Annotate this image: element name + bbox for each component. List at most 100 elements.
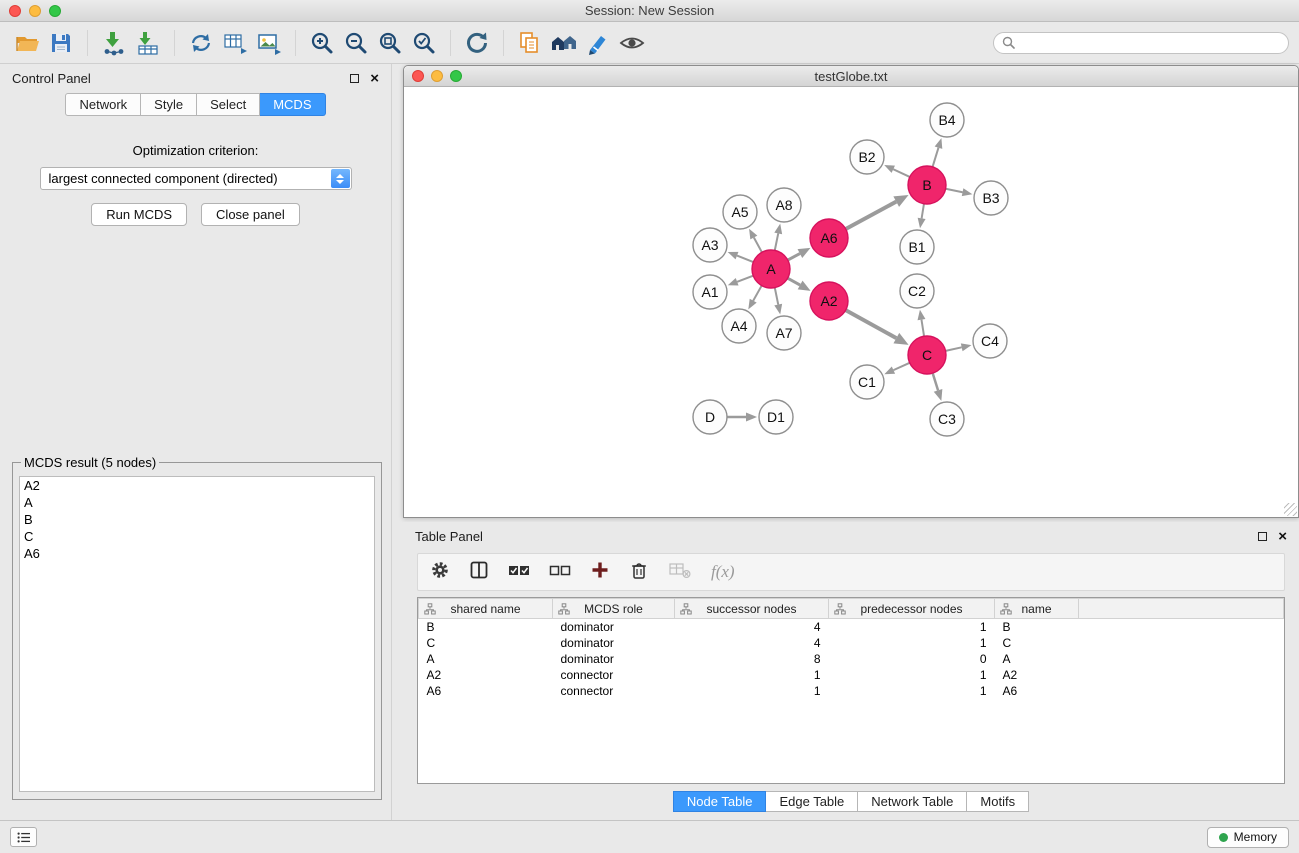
graph-node-B1[interactable]: B1 xyxy=(900,230,934,264)
export-table-button[interactable] xyxy=(218,27,252,59)
network-canvas[interactable]: B4B2BB3A5A8A6B1A3AC2A1A2A4A7C4CC1C3DD1 xyxy=(404,87,1298,517)
refresh-view-button[interactable] xyxy=(460,27,494,59)
graph-edge-A-A7[interactable] xyxy=(775,288,778,305)
float-panel-icon[interactable] xyxy=(350,74,359,83)
table-cell[interactable]: dominator xyxy=(553,619,675,635)
mcds-result-item[interactable]: A xyxy=(20,494,374,511)
save-session-button[interactable] xyxy=(44,27,78,59)
table-cell[interactable]: A6 xyxy=(995,683,1079,699)
graph-node-A2[interactable]: A2 xyxy=(810,282,848,320)
graph-edge-B-B4[interactable] xyxy=(933,148,939,167)
table-row[interactable]: Adominator80A xyxy=(419,651,1284,667)
tab-mcds[interactable]: MCDS xyxy=(260,93,325,116)
table-cell[interactable]: C xyxy=(995,635,1079,651)
clear-table-button[interactable] xyxy=(668,560,692,585)
table-cell[interactable]: 4 xyxy=(675,619,829,635)
open-session-button[interactable] xyxy=(10,27,44,59)
graph-edge-A-A4[interactable] xyxy=(753,286,762,301)
table-cell[interactable]: 1 xyxy=(675,667,829,683)
network-close-button[interactable] xyxy=(412,70,424,82)
graph-edge-A-A8[interactable] xyxy=(775,233,778,250)
open-recent-button[interactable] xyxy=(513,27,547,59)
table-cell[interactable]: B xyxy=(419,619,553,635)
column-header-mcds-role[interactable]: MCDS role xyxy=(553,599,675,619)
home-network-button[interactable] xyxy=(547,27,581,59)
table-cell[interactable]: 0 xyxy=(829,651,995,667)
table-cell[interactable]: C xyxy=(419,635,553,651)
table-cell[interactable]: A2 xyxy=(995,667,1079,683)
graph-node-A[interactable]: A xyxy=(752,250,790,288)
minimize-window-button[interactable] xyxy=(29,5,41,17)
table-cell[interactable]: A xyxy=(995,651,1079,667)
criterion-dropdown[interactable]: largest connected component (directed) xyxy=(40,167,352,190)
close-panel-icon[interactable]: × xyxy=(370,71,379,86)
fullscreen-window-button[interactable] xyxy=(49,5,61,17)
graph-node-A8[interactable]: A8 xyxy=(767,188,801,222)
graph-edge-B-B3[interactable] xyxy=(946,189,963,192)
graph-edge-A2-C[interactable] xyxy=(846,310,897,338)
graph-edge-A6-B[interactable] xyxy=(846,202,897,229)
style-brush-button[interactable] xyxy=(581,27,615,59)
graph-node-C3[interactable]: C3 xyxy=(930,402,964,436)
graph-node-C4[interactable]: C4 xyxy=(973,324,1007,358)
table-cell[interactable]: 1 xyxy=(829,667,995,683)
mcds-result-item[interactable]: C xyxy=(20,528,374,545)
function-builder-button[interactable]: f(x) xyxy=(711,562,735,582)
table-cell[interactable]: B xyxy=(995,619,1079,635)
resize-grip[interactable] xyxy=(1284,503,1297,516)
close-window-button[interactable] xyxy=(9,5,21,17)
import-table-button[interactable] xyxy=(131,27,165,59)
network-window-titlebar[interactable]: testGlobe.txt xyxy=(404,66,1298,87)
column-header-successor-nodes[interactable]: successor nodes xyxy=(675,599,829,619)
close-panel-button[interactable]: Close panel xyxy=(201,203,300,226)
graph-node-D1[interactable]: D1 xyxy=(759,400,793,434)
table-cell[interactable]: dominator xyxy=(553,635,675,651)
table-cell[interactable]: connector xyxy=(553,683,675,699)
table-cell[interactable]: connector xyxy=(553,667,675,683)
table-row[interactable]: Cdominator41C xyxy=(419,635,1284,651)
graph-edge-A-A1[interactable] xyxy=(737,276,753,282)
table-cell[interactable]: 1 xyxy=(829,635,995,651)
float-table-panel-icon[interactable] xyxy=(1258,532,1267,541)
mcds-result-item[interactable]: A6 xyxy=(20,545,374,562)
task-history-button[interactable] xyxy=(10,827,37,847)
zoom-in-button[interactable] xyxy=(305,27,339,59)
tab-style[interactable]: Style xyxy=(141,93,197,116)
column-header-shared-name[interactable]: shared name xyxy=(419,599,553,619)
table-cell[interactable]: A xyxy=(419,651,553,667)
graph-node-B3[interactable]: B3 xyxy=(974,181,1008,215)
graph-node-C[interactable]: C xyxy=(908,336,946,374)
graph-node-C1[interactable]: C1 xyxy=(850,365,884,399)
tab-edge-table[interactable]: Edge Table xyxy=(766,791,858,812)
graph-edge-B-B2[interactable] xyxy=(893,169,910,177)
graph-edge-C-C4[interactable] xyxy=(946,347,962,351)
mcds-result-item[interactable]: B xyxy=(20,511,374,528)
table-cell[interactable]: 1 xyxy=(675,683,829,699)
search-field[interactable] xyxy=(993,32,1289,54)
table-cell[interactable]: 1 xyxy=(829,683,995,699)
zoom-out-button[interactable] xyxy=(339,27,373,59)
table-cell[interactable]: 1 xyxy=(829,619,995,635)
network-maximize-button[interactable] xyxy=(450,70,462,82)
memory-button[interactable]: Memory xyxy=(1207,827,1289,848)
export-network-button[interactable] xyxy=(184,27,218,59)
graph-edge-A-A3[interactable] xyxy=(737,256,753,262)
graph-edge-B-B1[interactable] xyxy=(922,204,924,219)
add-row-button[interactable] xyxy=(590,560,610,585)
column-header-predecessor-nodes[interactable]: predecessor nodes xyxy=(829,599,995,619)
search-input[interactable] xyxy=(1020,36,1280,50)
table-cell[interactable]: A2 xyxy=(419,667,553,683)
graph-edge-C-C3[interactable] xyxy=(933,373,938,390)
graph-edge-A-A2[interactable] xyxy=(788,278,800,285)
deselect-all-button[interactable] xyxy=(549,560,571,585)
show-columns-button[interactable] xyxy=(469,560,489,585)
graph-node-A5[interactable]: A5 xyxy=(723,195,757,229)
graph-edge-C-C2[interactable] xyxy=(921,320,924,337)
graph-node-B2[interactable]: B2 xyxy=(850,140,884,174)
network-minimize-button[interactable] xyxy=(431,70,443,82)
graph-node-D[interactable]: D xyxy=(693,400,727,434)
graph-node-B[interactable]: B xyxy=(908,166,946,204)
graph-node-A6[interactable]: A6 xyxy=(810,219,848,257)
zoom-selected-button[interactable] xyxy=(407,27,441,59)
tab-network[interactable]: Network xyxy=(65,93,141,116)
